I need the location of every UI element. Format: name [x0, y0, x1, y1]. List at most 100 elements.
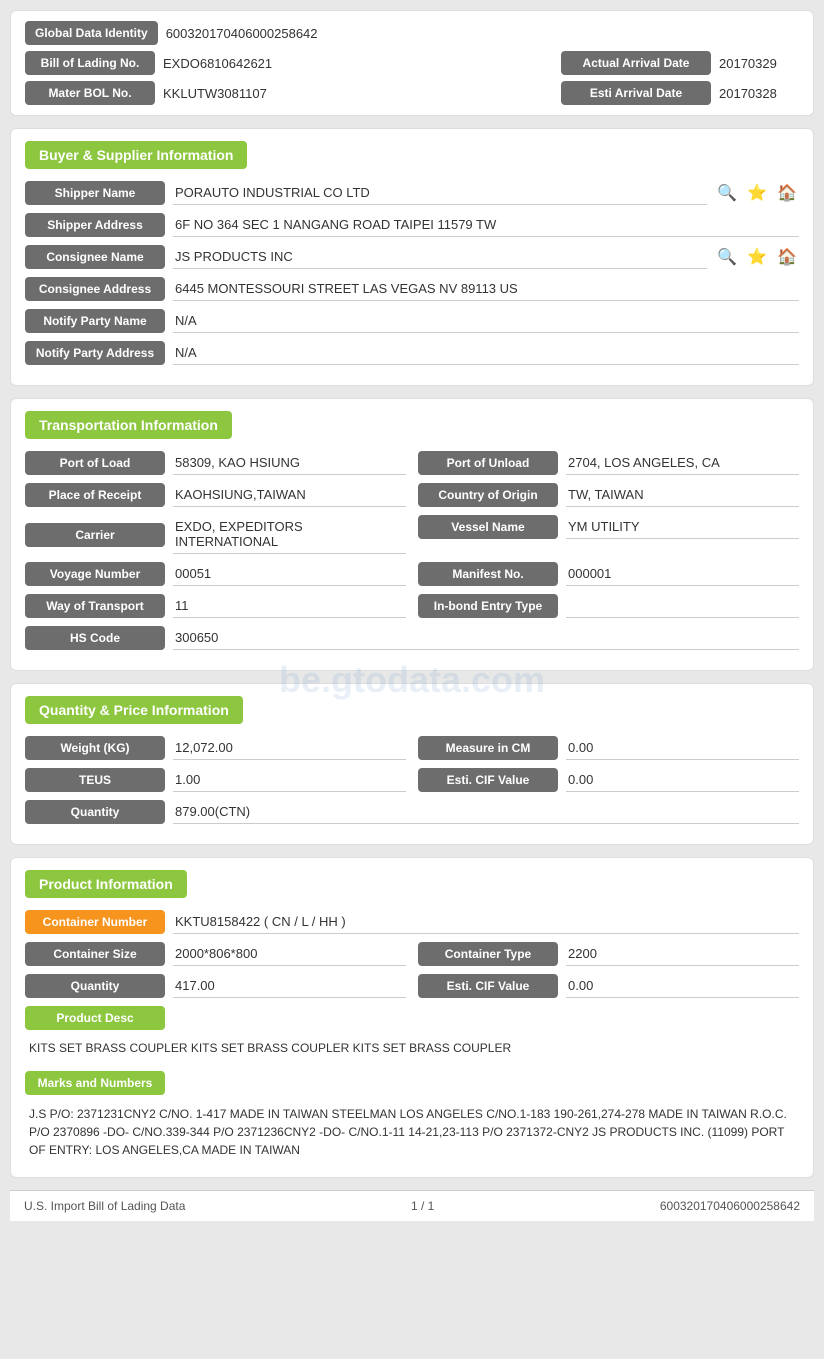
notify-address-label: Notify Party Address [25, 341, 165, 365]
bol-label: Bill of Lading No. [25, 51, 155, 75]
transport-row-1: Port of Load 58309, KAO HSIUNG Port of U… [25, 451, 799, 475]
product-right-3: Esti. CIF Value 0.00 [418, 974, 799, 998]
quantity-price-header: Quantity & Price Information [25, 696, 243, 724]
country-origin-value: TW, TAIWAN [566, 483, 799, 507]
way-transport-label: Way of Transport [25, 594, 165, 618]
consignee-star-icon[interactable]: ⭐ [745, 245, 769, 269]
transport-left-1: Port of Load 58309, KAO HSIUNG [25, 451, 406, 475]
notify-address-value: N/A [173, 341, 799, 365]
shipper-name-value: PORAUTO INDUSTRIAL CO LTD [173, 181, 707, 205]
product-desc-label: Product Desc [25, 1006, 165, 1030]
shipper-name-label: Shipper Name [25, 181, 165, 205]
hs-code-row: HS Code 300650 [25, 626, 799, 650]
transport-left-4: Voyage Number 00051 [25, 562, 406, 586]
marks-numbers-label: Marks and Numbers [25, 1071, 165, 1095]
footer-center: 1 / 1 [411, 1199, 434, 1213]
transport-row-2: Place of Receipt KAOHSIUNG,TAIWAN Countr… [25, 483, 799, 507]
product-desc-text: KITS SET BRASS COUPLER KITS SET BRASS CO… [25, 1034, 799, 1063]
notify-address-row: Notify Party Address N/A [25, 341, 799, 365]
esti-cif-value: 0.00 [566, 768, 799, 792]
inbond-entry-field: In-bond Entry Type [418, 594, 799, 618]
product-info-header: Product Information [25, 870, 187, 898]
marks-text: J.S P/O: 2371231CNY2 C/NO. 1-417 MADE IN… [25, 1099, 799, 1165]
hs-code-value: 300650 [173, 626, 799, 650]
shipper-star-icon[interactable]: ⭐ [745, 181, 769, 205]
qp-quantity-label: Quantity [25, 800, 165, 824]
global-id-value: 600320170406000258642 [166, 26, 799, 41]
actual-arrival-value: 20170329 [719, 56, 799, 71]
page-wrapper: Global Data Identity 6003201704060002586… [0, 0, 824, 1359]
notify-name-row: Notify Party Name N/A [25, 309, 799, 333]
transport-right-1: Port of Unload 2704, LOS ANGELES, CA [418, 451, 799, 475]
shipper-home-icon[interactable]: 🏠 [775, 181, 799, 205]
manifest-no-value: 000001 [566, 562, 799, 586]
transport-right-4: Manifest No. 000001 [418, 562, 799, 586]
place-receipt-label: Place of Receipt [25, 483, 165, 507]
container-size-value: 2000*806*800 [173, 942, 406, 966]
transport-right-3: Vessel Name YM UTILITY [418, 515, 799, 554]
product-right-2: Container Type 2200 [418, 942, 799, 966]
global-id-label: Global Data Identity [25, 21, 158, 45]
port-unload-value: 2704, LOS ANGELES, CA [566, 451, 799, 475]
place-receipt-value: KAOHSIUNG,TAIWAN [173, 483, 406, 507]
transport-row-4: Voyage Number 00051 Manifest No. 000001 [25, 562, 799, 586]
consignee-search-icon[interactable]: 🔍 [715, 245, 739, 269]
vessel-name-label: Vessel Name [418, 515, 558, 539]
teus-field: TEUS 1.00 [25, 768, 406, 792]
product-esti-cif-label: Esti. CIF Value [418, 974, 558, 998]
qp-row-1: Weight (KG) 12,072.00 Measure in CM 0.00 [25, 736, 799, 760]
esti-arrival-value: 20170328 [719, 86, 799, 101]
transport-left-2: Place of Receipt KAOHSIUNG,TAIWAN [25, 483, 406, 507]
measure-label: Measure in CM [418, 736, 558, 760]
shipper-address-row: Shipper Address 6F NO 364 SEC 1 NANGANG … [25, 213, 799, 237]
global-id-row: Global Data Identity 6003201704060002586… [25, 21, 799, 45]
product-quantity-field: Quantity 417.00 [25, 974, 406, 998]
shipper-name-row: Shipper Name PORAUTO INDUSTRIAL CO LTD 🔍… [25, 181, 799, 205]
qp-row-2: TEUS 1.00 Esti. CIF Value 0.00 [25, 768, 799, 792]
consignee-icons: 🔍 ⭐ 🏠 [715, 245, 799, 269]
notify-name-label: Notify Party Name [25, 309, 165, 333]
container-type-field: Container Type 2200 [418, 942, 799, 966]
product-row-3: Quantity 417.00 Esti. CIF Value 0.00 [25, 974, 799, 998]
way-transport-value: 11 [173, 594, 406, 618]
weight-label: Weight (KG) [25, 736, 165, 760]
consignee-address-row: Consignee Address 6445 MONTESSOURI STREE… [25, 277, 799, 301]
transportation-header: Transportation Information [25, 411, 232, 439]
inbond-entry-label: In-bond Entry Type [418, 594, 558, 618]
country-origin-field: Country of Origin TW, TAIWAN [418, 483, 799, 507]
vessel-name-value: YM UTILITY [566, 515, 799, 539]
consignee-home-icon[interactable]: 🏠 [775, 245, 799, 269]
product-left-2: Container Size 2000*806*800 [25, 942, 406, 966]
port-unload-label: Port of Unload [418, 451, 558, 475]
esti-cif-field: Esti. CIF Value 0.00 [418, 768, 799, 792]
product-esti-cif-value: 0.00 [566, 974, 799, 998]
product-esti-cif-field: Esti. CIF Value 0.00 [418, 974, 799, 998]
weight-field: Weight (KG) 12,072.00 [25, 736, 406, 760]
qp-quantity-value: 879.00(CTN) [173, 800, 799, 824]
carrier-field: Carrier EXDO, EXPEDITORS INTERNATIONAL [25, 515, 406, 554]
transport-row-5: Way of Transport 11 In-bond Entry Type [25, 594, 799, 618]
consignee-name-label: Consignee Name [25, 245, 165, 269]
footer-right: 600320170406000258642 [660, 1199, 800, 1213]
consignee-address-value: 6445 MONTESSOURI STREET LAS VEGAS NV 891… [173, 277, 799, 301]
transport-left-5: Way of Transport 11 [25, 594, 406, 618]
manifest-no-field: Manifest No. 000001 [418, 562, 799, 586]
carrier-label: Carrier [25, 523, 165, 547]
product-quantity-value: 417.00 [173, 974, 406, 998]
consignee-name-row: Consignee Name JS PRODUCTS INC 🔍 ⭐ 🏠 [25, 245, 799, 269]
bol-row: Bill of Lading No. EXDO6810642621 Actual… [25, 51, 799, 75]
transport-row-3: Carrier EXDO, EXPEDITORS INTERNATIONAL V… [25, 515, 799, 554]
vessel-name-field: Vessel Name YM UTILITY [418, 515, 799, 539]
shipper-address-value: 6F NO 364 SEC 1 NANGANG ROAD TAIPEI 1157… [173, 213, 799, 237]
voyage-number-field: Voyage Number 00051 [25, 562, 406, 586]
teus-label: TEUS [25, 768, 165, 792]
shipper-icons: 🔍 ⭐ 🏠 [715, 181, 799, 205]
actual-arrival-label: Actual Arrival Date [561, 51, 711, 75]
shipper-search-icon[interactable]: 🔍 [715, 181, 739, 205]
mater-bol-label: Mater BOL No. [25, 81, 155, 105]
consignee-address-label: Consignee Address [25, 277, 165, 301]
shipper-address-label: Shipper Address [25, 213, 165, 237]
inbond-entry-value [566, 594, 799, 618]
product-info-card: Product Information Container Number KKT… [10, 857, 814, 1178]
transportation-card: Transportation Information Port of Load … [10, 398, 814, 671]
